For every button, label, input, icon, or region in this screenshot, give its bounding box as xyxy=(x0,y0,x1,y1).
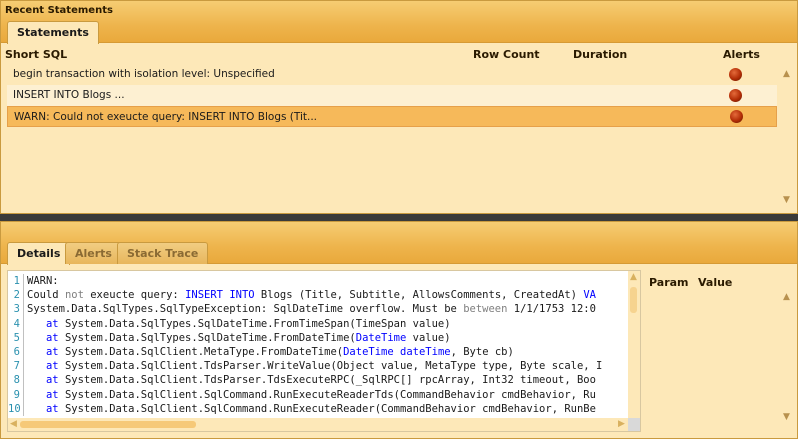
code-token: System.Data.SqlClient.MetaType.FromDateT… xyxy=(58,345,344,358)
code-token: System.Data.SqlTypes.SqlDateTime.FromTim… xyxy=(58,317,451,330)
code-vertical-scrollbar[interactable]: ▲ xyxy=(628,271,640,419)
code-line: 3 System.Data.SqlTypes.SqlTypeException: … xyxy=(8,302,632,317)
code-token: at xyxy=(45,317,59,330)
code-line: 4 at System.Data.SqlTypes.SqlDateTime.Fr… xyxy=(8,316,632,331)
scroll-thumb[interactable] xyxy=(20,421,196,428)
code-line: 9 at System.Data.SqlClient.SqlCommand.Ru… xyxy=(8,387,632,402)
code-token: at xyxy=(45,388,59,401)
code-token: DateTime xyxy=(343,345,394,358)
statement-row[interactable]: INSERT INTO Blogs ... xyxy=(7,85,777,106)
scroll-down-arrow-icon[interactable]: ▼ xyxy=(783,412,790,422)
code-token: System.Data.SqlClient.TdsParser.TdsExecu… xyxy=(58,374,596,387)
code-line: 10 at System.Data.SqlClient.SqlCommand.R… xyxy=(8,401,632,416)
code-line: 2 Could not exeucte query: INSERT INTO Bl… xyxy=(8,288,632,303)
column-header-duration[interactable]: Duration xyxy=(573,48,627,61)
statements-panel-header: Recent Statements Statements xyxy=(1,1,797,44)
alert-dot-icon xyxy=(729,89,742,102)
code-token: 1/1/1753 12:0 xyxy=(507,303,596,316)
code-token: Could xyxy=(27,289,65,302)
code-token: System.Data.SqlClient.SqlCommand.RunExec… xyxy=(58,388,596,401)
code-token: System.Data.SqlTypes.SqlDateTime.FromDat… xyxy=(58,331,356,344)
statement-short-sql: begin transaction with isolation level: … xyxy=(13,68,275,80)
code-line: 1 WARN: xyxy=(8,274,632,289)
code-token: between xyxy=(463,303,508,316)
column-header-short-sql[interactable]: Short SQL xyxy=(5,48,67,61)
line-number: 9 xyxy=(8,387,24,402)
code-token: INSERT INTO xyxy=(185,289,255,302)
statement-row-selected[interactable]: WARN: Could not exeucte query: INSERT IN… xyxy=(7,106,777,127)
details-panel-header: Details Alerts Stack Trace xyxy=(1,222,797,265)
code-lines: 1 WARN: 2 Could not exeucte query: INSERT I… xyxy=(8,274,632,416)
code-horizontal-scrollbar[interactable]: ◀ ▶ xyxy=(8,418,630,431)
line-number: 10 xyxy=(8,401,24,416)
line-number: 5 xyxy=(8,330,24,345)
code-token: dateTime xyxy=(400,345,451,358)
code-token: DateTime xyxy=(355,331,407,344)
tab-stack-trace[interactable]: Stack Trace xyxy=(117,242,209,264)
code-token: at xyxy=(45,402,59,415)
alert-dot-icon xyxy=(730,110,743,123)
statement-row[interactable]: begin transaction with isolation level: … xyxy=(7,64,777,85)
scroll-right-arrow-icon[interactable]: ▶ xyxy=(618,419,625,429)
line-number: 1 xyxy=(8,274,24,289)
tab-alerts[interactable]: Alerts xyxy=(65,242,122,264)
code-token: VA xyxy=(583,289,596,302)
line-number: 6 xyxy=(8,344,24,360)
code-token: not xyxy=(64,289,84,302)
code-line: 5 at System.Data.SqlTypes.SqlDateTime.Fr… xyxy=(8,330,632,345)
tab-statements[interactable]: Statements xyxy=(7,21,99,44)
column-header-alerts[interactable]: Alerts xyxy=(723,48,760,61)
sql-details-viewer[interactable]: 1 WARN: 2 Could not exeucte query: INSERT I… xyxy=(7,270,641,432)
code-token: at xyxy=(45,374,59,387)
column-header-value[interactable]: Value xyxy=(698,276,732,289)
panel-title: Recent Statements xyxy=(5,5,113,16)
code-token: , Byte cb) xyxy=(450,345,514,358)
scroll-up-arrow-icon[interactable]: ▲ xyxy=(783,69,790,79)
statement-short-sql: INSERT INTO Blogs ... xyxy=(13,89,125,101)
code-line: 6 at System.Data.SqlClient.MetaType.From… xyxy=(8,344,632,360)
statements-list: begin transaction with isolation level: … xyxy=(7,64,777,127)
scroll-up-arrow-icon[interactable]: ▲ xyxy=(783,292,790,302)
column-header-row-count[interactable]: Row Count xyxy=(473,48,540,61)
panel-splitter[interactable] xyxy=(0,214,798,221)
code-token: at xyxy=(45,331,59,344)
code-line: 8 at System.Data.SqlClient.TdsParser.Tds… xyxy=(8,373,632,388)
statement-short-sql: WARN: Could not exeucte query: INSERT IN… xyxy=(14,111,318,123)
code-token: System.Data.SqlTypes.SqlTypeException: S… xyxy=(27,303,464,316)
scrollbar-corner xyxy=(628,418,640,431)
line-number: 3 xyxy=(8,302,24,317)
code-token: at xyxy=(45,360,59,373)
code-token: Blogs (Title, Subtitle, AllowsComments, … xyxy=(254,289,584,302)
code-token: WARN: xyxy=(27,275,59,287)
tab-details[interactable]: Details xyxy=(7,242,71,265)
code-token: System.Data.SqlClient.TdsParser.WriteVal… xyxy=(58,360,603,373)
scroll-up-arrow-icon[interactable]: ▲ xyxy=(630,272,637,282)
code-line: 7 at System.Data.SqlClient.TdsParser.Wri… xyxy=(8,359,632,374)
code-token: value) xyxy=(406,331,451,344)
scroll-left-arrow-icon[interactable]: ◀ xyxy=(10,419,17,429)
line-number: 4 xyxy=(8,316,24,331)
code-token: System.Data.SqlClient.SqlCommand.RunExec… xyxy=(58,402,596,415)
line-number: 8 xyxy=(8,373,24,388)
scroll-thumb[interactable] xyxy=(630,287,637,313)
code-token: exeucte query: xyxy=(83,289,186,302)
alert-dot-icon xyxy=(729,68,742,81)
line-number: 7 xyxy=(8,359,24,374)
line-number: 2 xyxy=(8,288,24,303)
details-panel: Details Alerts Stack Trace 1 WARN: 2 Could … xyxy=(0,221,798,439)
recent-statements-panel: Recent Statements Statements Short SQL R… xyxy=(0,0,798,214)
code-token: at xyxy=(45,345,59,358)
scroll-down-arrow-icon[interactable]: ▼ xyxy=(783,195,790,205)
column-header-param[interactable]: Param xyxy=(649,276,689,289)
